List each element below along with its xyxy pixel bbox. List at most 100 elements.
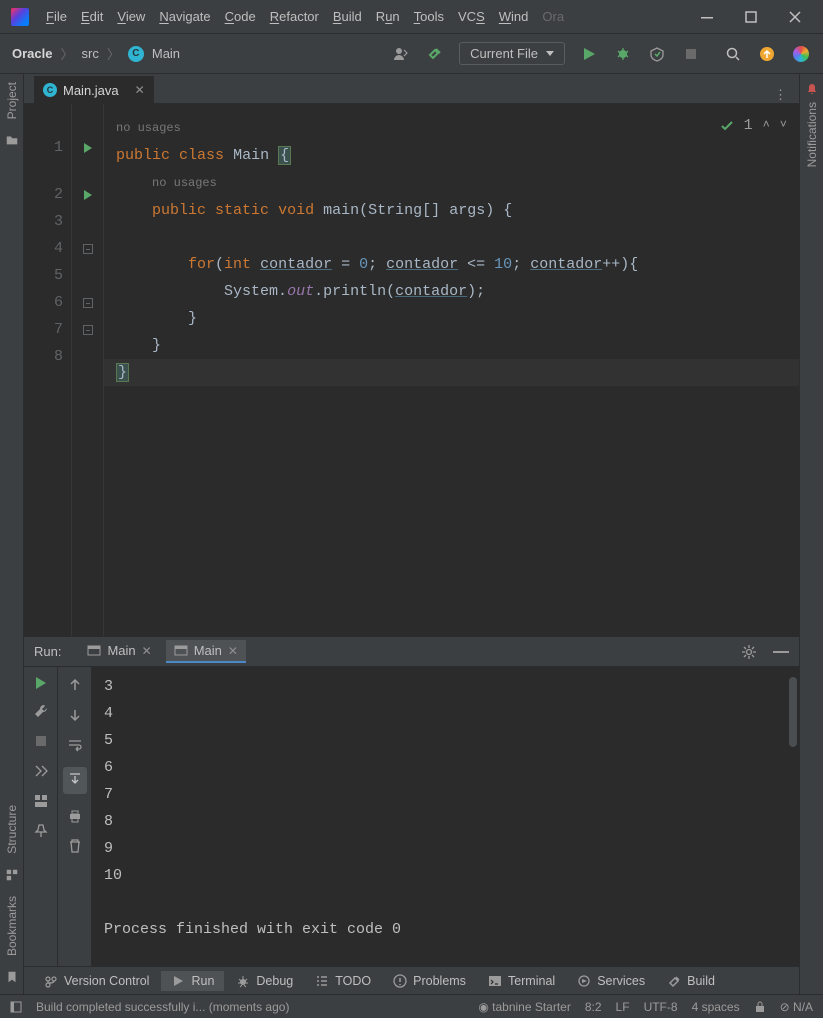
trash-icon[interactable] [67,838,83,854]
menu-build[interactable]: Build [333,9,362,24]
coverage-button[interactable] [647,44,667,64]
tabnine-widget[interactable]: ◉ tabnine Starter [478,1000,571,1014]
bottom-tool-version-control[interactable]: Version Control [34,971,159,991]
code-area[interactable]: no usages public class Main { no usages … [104,104,799,636]
bookmark-icon[interactable] [5,970,19,984]
close-tab-icon[interactable]: ✕ [135,83,145,97]
bottom-tool-services[interactable]: Services [567,971,655,991]
branch-widget[interactable]: ⊘ N/A [780,1000,813,1014]
layout-icon[interactable] [33,793,49,809]
caret-position[interactable]: 8:2 [585,1000,602,1014]
crumb-file[interactable]: Main [152,46,180,61]
close-icon[interactable]: ✕ [228,644,238,658]
minimize-icon[interactable] [697,7,717,27]
menu-code[interactable]: Code [225,9,256,24]
editor-tab-main[interactable]: C Main.java ✕ [34,76,154,104]
menu-view[interactable]: View [117,9,145,24]
chevron-down-icon[interactable]: ˅ [780,112,787,139]
run-toolbar-primary [24,667,58,966]
bookmarks-tool-button[interactable]: Bookmarks [5,896,19,956]
hammer-icon[interactable] [425,44,445,64]
ide-services-icon[interactable] [791,44,811,64]
run-tab-main-2[interactable]: Main ✕ [166,640,246,663]
folder-icon[interactable] [5,133,19,147]
stop-button[interactable] [681,44,701,64]
bottom-tool-terminal[interactable]: Terminal [478,971,565,991]
menu-navigate[interactable]: Navigate [159,9,210,24]
gutter-run-icon[interactable] [72,134,103,161]
crumb-project[interactable]: Oracle [12,46,52,61]
console-output[interactable]: 3 4 5 6 7 8 9 10 Process finished with e… [92,667,799,966]
scrollbar[interactable] [789,677,797,747]
indent-widget[interactable]: 4 spaces [692,1000,740,1014]
close-icon[interactable] [785,7,805,27]
bottom-tool-problems[interactable]: Problems [383,971,476,991]
print-icon[interactable] [67,808,83,824]
menu-vcs[interactable]: VCS [458,9,485,24]
hammer-icon [667,974,681,988]
soft-wrap-icon[interactable] [67,737,83,753]
close-icon[interactable]: ✕ [142,644,152,658]
menu-refactor[interactable]: Refactor [270,9,319,24]
menu-file[interactable]: File [46,9,67,24]
lock-icon[interactable] [754,1001,766,1013]
bottom-tool-debug[interactable]: Debug [226,971,303,991]
line-separator[interactable]: LF [616,1000,630,1014]
status-message[interactable]: Build completed successfully i... (momen… [36,1000,464,1014]
wrench-icon[interactable] [33,703,49,719]
maximize-icon[interactable] [741,7,761,27]
bottom-tool-build[interactable]: Build [657,971,725,991]
gear-icon[interactable] [741,644,757,660]
navigation-bar: Oracle 〉 src 〉 C Main Current File [0,34,823,74]
bottom-toolbar: Version ControlRunDebugTODOProblemsTermi… [24,966,799,994]
run-button[interactable] [579,44,599,64]
fold-icon[interactable] [72,316,103,343]
bottom-tool-todo[interactable]: TODO [305,971,381,991]
run-config-selector[interactable]: Current File [459,42,565,65]
notifications-tool-button[interactable]: Notifications [805,102,819,167]
tab-actions-icon[interactable]: ⋮ [762,87,799,103]
bottom-tool-run[interactable]: Run [161,971,224,991]
fold-icon[interactable] [72,235,103,262]
run-tab-main-1[interactable]: Main ✕ [79,640,159,663]
structure-tool-button[interactable]: Structure [5,805,19,854]
bell-icon[interactable] [805,82,819,96]
project-tool-button[interactable]: Project [5,82,19,119]
services-icon [577,974,591,988]
arrow-down-icon[interactable] [67,707,83,723]
chevron-up-icon[interactable]: ˄ [763,112,770,139]
exit-icon[interactable] [33,763,49,779]
menu-tools[interactable]: Tools [414,9,444,24]
breadcrumb: Oracle 〉 src 〉 C Main [12,44,180,63]
branch-icon [44,974,58,988]
pin-icon[interactable] [33,823,49,839]
menu-window[interactable]: Wind [499,9,529,24]
menu-run[interactable]: Run [376,9,400,24]
left-tool-strip: Project Structure Bookmarks [0,74,24,994]
hide-icon[interactable] [773,651,789,653]
crumb-src[interactable]: src [82,46,99,61]
fold-icon[interactable] [72,289,103,316]
user-icon[interactable] [391,44,411,64]
file-encoding[interactable]: UTF-8 [644,1000,678,1014]
gutter-run-icon[interactable] [72,181,103,208]
rerun-icon[interactable] [36,677,46,689]
bug-icon [236,974,250,988]
app-logo [6,3,34,31]
stop-icon[interactable] [33,733,49,749]
list-icon [315,974,329,988]
structure-icon[interactable] [5,868,19,882]
menu-edit[interactable]: Edit [81,9,103,24]
tool-windows-icon[interactable] [10,1001,22,1013]
search-icon[interactable] [723,44,743,64]
checkmark-icon [720,119,734,133]
inspection-widget[interactable]: 1 ˄ ˅ [720,112,787,139]
scroll-to-end-icon[interactable] [63,767,87,794]
menu-oracle[interactable]: Ora [542,9,564,24]
update-icon[interactable] [757,44,777,64]
code-editor[interactable]: 1 2 3 4 5 6 7 8 [24,104,799,636]
arrow-up-icon[interactable] [67,677,83,693]
debug-button[interactable] [613,44,633,64]
editor-tabstrip: C Main.java ✕ ⋮ [24,74,799,104]
run-config-icon [174,644,188,658]
